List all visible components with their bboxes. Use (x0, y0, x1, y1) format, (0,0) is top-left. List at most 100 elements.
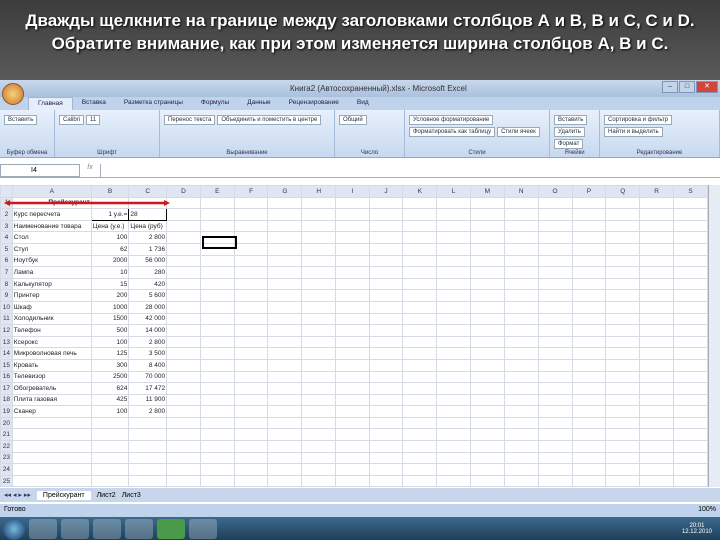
cell-O4[interactable] (537, 231, 573, 244)
cell-G16[interactable] (267, 370, 303, 384)
cell-B15[interactable]: 300 (90, 358, 130, 372)
sheet-tab[interactable]: Прейскурант (36, 490, 91, 500)
cell-D1[interactable] (166, 196, 201, 210)
cell-G12[interactable] (267, 324, 303, 337)
cell-L8[interactable] (436, 277, 471, 291)
cell-P4[interactable] (571, 231, 607, 244)
cell-L1[interactable] (436, 196, 471, 210)
cell-E7[interactable] (199, 266, 235, 279)
cell-H23[interactable] (301, 451, 337, 465)
cell-R5[interactable] (639, 242, 674, 256)
cell-F18[interactable] (233, 393, 269, 407)
cell-N12[interactable] (503, 324, 539, 337)
column-header[interactable]: C (128, 185, 168, 198)
cell-Q17[interactable] (605, 382, 641, 395)
cell-B12[interactable]: 500 (90, 324, 130, 337)
cell-J10[interactable] (368, 300, 404, 314)
cell-S2[interactable] (673, 208, 708, 221)
cell-E9[interactable] (199, 289, 235, 302)
row-header[interactable]: 11 (0, 312, 13, 326)
cell-C8[interactable]: 420 (128, 277, 168, 291)
cell-E17[interactable] (199, 382, 235, 395)
cell-L12[interactable] (436, 324, 471, 337)
column-header[interactable]: L (436, 185, 471, 198)
cell-L14[interactable] (436, 347, 471, 360)
cell-B19[interactable]: 100 (90, 405, 130, 418)
cell-O16[interactable] (537, 370, 573, 384)
cell-D19[interactable] (166, 405, 201, 418)
cell-I3[interactable] (335, 219, 370, 233)
cell-S18[interactable] (673, 393, 708, 407)
cell-L23[interactable] (436, 451, 471, 465)
cell-A12[interactable]: Телефон (11, 324, 92, 337)
cell-H22[interactable] (301, 440, 337, 453)
cell-Q10[interactable] (605, 300, 641, 314)
cell-D9[interactable] (166, 289, 201, 302)
cell-H6[interactable] (301, 254, 337, 268)
cell-S17[interactable] (673, 382, 708, 395)
cell-R24[interactable] (639, 463, 674, 476)
cell-D5[interactable] (166, 242, 201, 256)
cell-K13[interactable] (402, 335, 438, 349)
cell-A10[interactable]: Шкаф (11, 300, 92, 314)
cell-M7[interactable] (469, 266, 505, 279)
cell-S9[interactable] (673, 289, 708, 302)
cell-E24[interactable] (199, 463, 235, 476)
tab-2[interactable]: Разметка страницы (115, 97, 192, 110)
cell-I2[interactable] (335, 208, 370, 221)
fx-icon[interactable]: fx (80, 164, 100, 177)
cell-K19[interactable] (402, 405, 438, 418)
cell-J17[interactable] (368, 382, 404, 395)
cell-M20[interactable] (469, 416, 505, 430)
cell-M23[interactable] (469, 451, 505, 465)
cell-Q22[interactable] (605, 440, 641, 453)
cell-E20[interactable] (199, 416, 235, 430)
row-header[interactable]: 8 (0, 277, 13, 291)
cell-O10[interactable] (537, 300, 573, 314)
cell-D8[interactable] (166, 277, 201, 291)
cell-L9[interactable] (436, 289, 471, 302)
select-all[interactable] (0, 185, 13, 198)
cell-L22[interactable] (436, 440, 471, 453)
cell-E25[interactable] (199, 474, 235, 487)
cell-C9[interactable]: 5 600 (128, 289, 168, 302)
ribbon-control[interactable]: Перенос текста (164, 115, 216, 125)
cell-R1[interactable] (639, 196, 674, 210)
cell-Q23[interactable] (605, 451, 641, 465)
tab-0[interactable]: Главная (28, 97, 73, 110)
cell-P12[interactable] (571, 324, 607, 337)
cell-Q7[interactable] (605, 266, 641, 279)
cell-E1[interactable] (199, 196, 235, 210)
cell-F22[interactable] (233, 440, 269, 453)
cell-L11[interactable] (436, 312, 471, 326)
column-header[interactable]: J (368, 185, 404, 198)
cell-S6[interactable] (673, 254, 708, 268)
cell-C21[interactable] (128, 428, 168, 442)
cell-C12[interactable]: 14 000 (128, 324, 168, 337)
cell-O15[interactable] (537, 358, 573, 372)
cell-G7[interactable] (267, 266, 303, 279)
cell-P11[interactable] (571, 312, 607, 326)
cell-D21[interactable] (166, 428, 201, 442)
cell-C10[interactable]: 28 000 (128, 300, 168, 314)
cell-M8[interactable] (469, 277, 505, 291)
cell-O17[interactable] (537, 382, 573, 395)
app-icon[interactable] (189, 518, 217, 539)
cell-I13[interactable] (335, 335, 370, 349)
cell-F11[interactable] (233, 312, 269, 326)
cell-N9[interactable] (503, 289, 539, 302)
cell-J9[interactable] (368, 289, 404, 302)
cell-I19[interactable] (335, 405, 370, 418)
cell-G23[interactable] (267, 451, 303, 465)
cell-B16[interactable]: 2500 (90, 370, 130, 384)
cell-N6[interactable] (503, 254, 539, 268)
cell-P17[interactable] (571, 382, 607, 395)
cell-D10[interactable] (166, 300, 201, 314)
cell-R17[interactable] (639, 382, 674, 395)
cell-I4[interactable] (335, 231, 370, 244)
cell-D13[interactable] (166, 335, 201, 349)
cell-G20[interactable] (267, 416, 303, 430)
cell-Q1[interactable] (605, 196, 641, 210)
cell-Q3[interactable] (605, 219, 641, 233)
cell-O12[interactable] (537, 324, 573, 337)
